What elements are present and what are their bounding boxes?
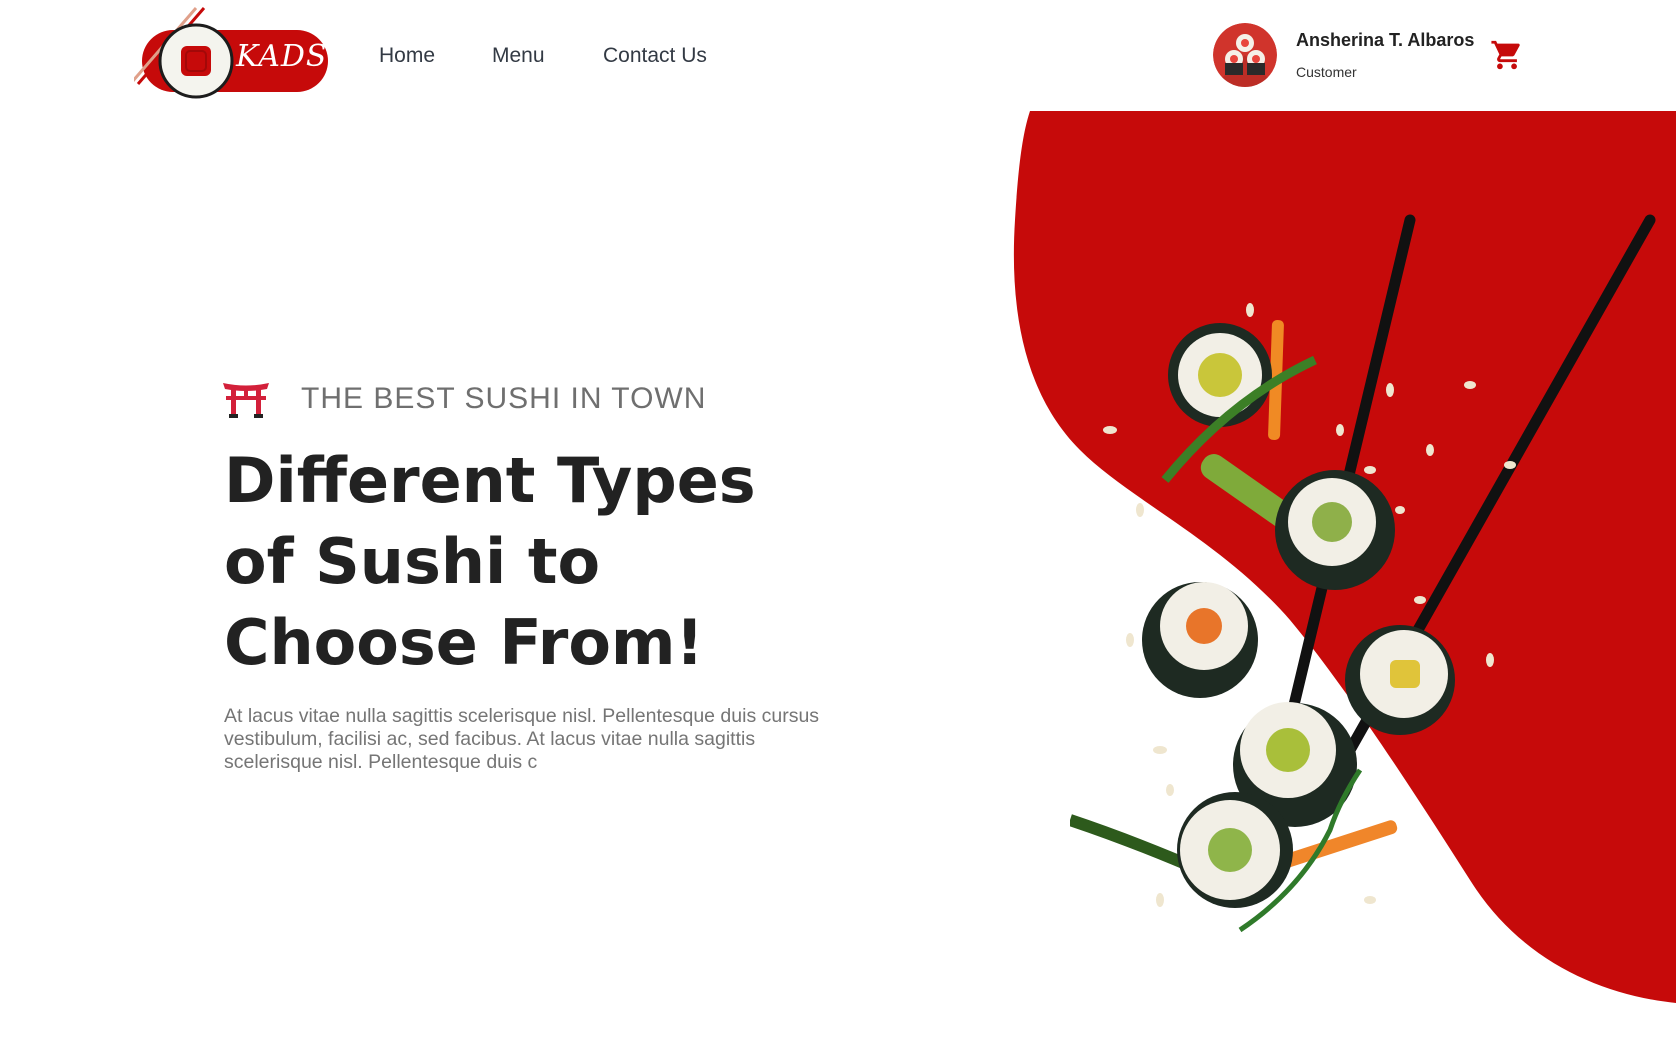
torii-gate-icon — [222, 380, 270, 420]
user-name: Ansherina T. Albaros — [1296, 30, 1475, 50]
hero-eyebrow: THE BEST SUSHI IN TOWN — [301, 382, 707, 415]
nav-contact-us[interactable]: Contact Us — [603, 42, 707, 70]
hero-title: Different Types of Sushi to Choose From! — [224, 444, 756, 679]
user-role: Customer — [1296, 64, 1357, 80]
nav-home[interactable]: Home — [379, 42, 435, 70]
shopping-cart-icon[interactable] — [1490, 38, 1524, 72]
brand-logo[interactable]: KADS — [134, 2, 336, 102]
flying-sushi-icon — [1070, 214, 1656, 933]
user-avatar[interactable] — [1213, 23, 1277, 87]
hero-description: At lacus vitae nulla sagittis scelerisqu… — [224, 705, 820, 773]
nav-menu[interactable]: Menu — [492, 42, 545, 70]
logo-text: KADS — [236, 39, 328, 74]
sushi-avatar-icon — [1213, 23, 1277, 87]
hero-sushi-image — [1070, 210, 1676, 970]
